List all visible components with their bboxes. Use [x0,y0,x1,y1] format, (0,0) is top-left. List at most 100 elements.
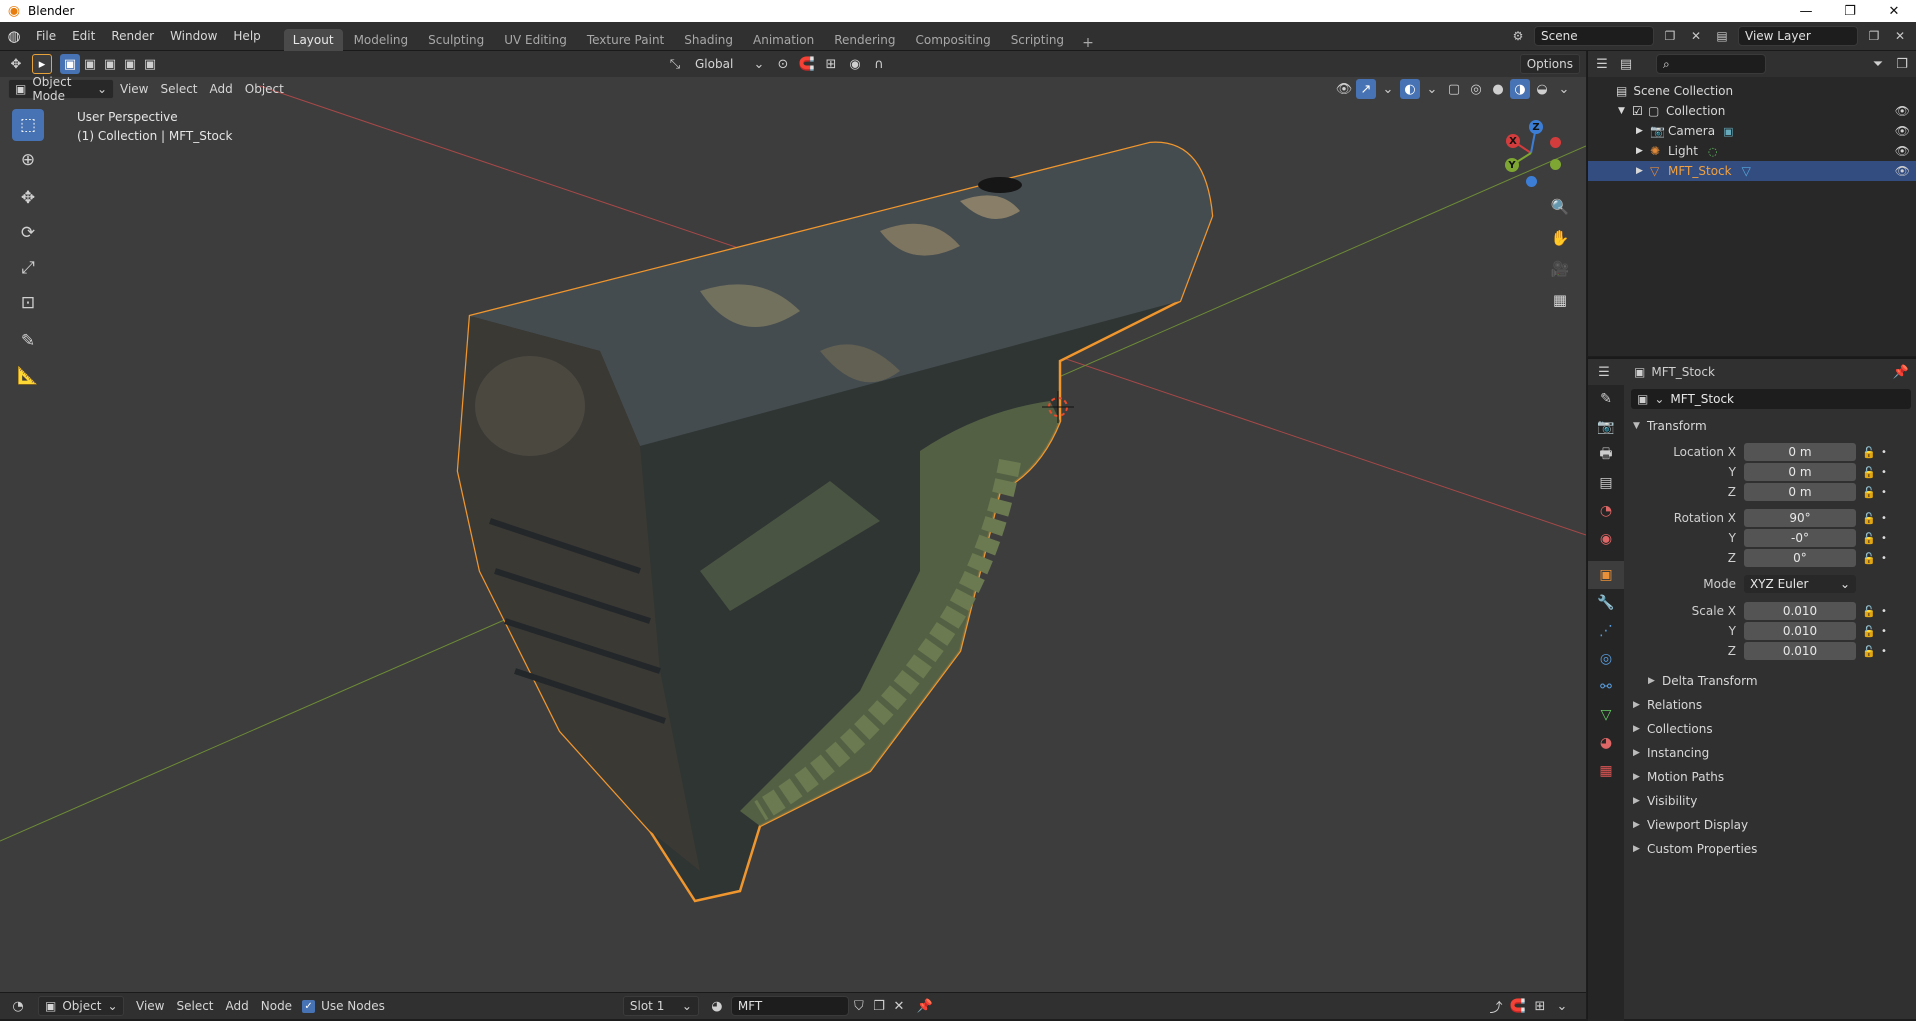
xray-toggle-icon[interactable]: ▢ [1444,79,1464,99]
panel-visibility[interactable]: ▶ Visibility [1633,790,1697,812]
lock-icon[interactable]: 🔓 [1860,466,1878,479]
panel-viewport-display[interactable]: ▶ Viewport Display [1633,814,1748,836]
filter-icon[interactable]: ⏷ [1868,54,1888,74]
keyframe-dot-icon[interactable]: • [1878,533,1890,544]
scene-field[interactable]: Scene [1534,26,1654,46]
node-menu-add[interactable]: Add [220,996,255,1016]
menu-file[interactable]: File [28,22,64,51]
scene-selector-icon[interactable]: ⚙ [1508,26,1528,46]
view-layer-tab-icon[interactable]: ▤ [1588,469,1624,497]
lock-icon[interactable]: 🔓 [1860,486,1878,499]
view-layer-icon[interactable]: ▤ [1712,26,1732,46]
orientation-dropdown[interactable]: Global [689,54,745,74]
close-button[interactable]: ✕ [1872,0,1916,22]
tool-tab-icon[interactable]: ✎ [1588,385,1624,413]
tab-modeling[interactable]: Modeling [345,29,418,51]
maximize-button[interactable]: ❐ [1828,0,1872,22]
keyframe-dot-icon[interactable]: • [1878,646,1890,657]
keyframe-dot-icon[interactable]: • [1878,487,1890,498]
menu-render[interactable]: Render [103,22,162,51]
lock-icon[interactable]: 🔓 [1860,605,1878,618]
add-workspace-button[interactable]: + [1074,35,1102,51]
particles-tab-icon[interactable]: ⋰ [1588,617,1624,645]
panel-instancing[interactable]: ▶ Instancing [1633,742,1709,764]
panel-collections[interactable]: ▶ Collections [1633,718,1713,740]
annotate-tool-icon[interactable]: ✎ [12,325,44,357]
world-tab-icon[interactable]: ◉ [1588,525,1624,553]
editor-type-icon[interactable]: ☰ [1592,54,1612,74]
new-view-layer-icon[interactable]: ❐ [1864,26,1884,46]
panel-relations[interactable]: ▶ Relations [1633,694,1702,716]
eye-icon[interactable]: 👁 [1895,164,1910,178]
eye-icon[interactable]: 👁 [1895,144,1910,158]
pin-icon[interactable]: 📌 [1891,362,1911,382]
view-layer-field[interactable]: View Layer [1738,26,1858,46]
scale-x-field[interactable]: 0.010 [1744,602,1856,620]
select-box-tool-icon[interactable]: ⬚ [12,109,44,141]
node-menu-select[interactable]: Select [170,996,219,1016]
rotation-mode-dropdown[interactable]: XYZ Euler ⌄ [1744,575,1856,593]
keyframe-dot-icon[interactable]: • [1878,606,1890,617]
keyframe-dot-icon[interactable]: • [1878,553,1890,564]
snap-icon[interactable]: 🧲 [797,54,817,74]
minimize-button[interactable]: — [1784,0,1828,22]
object-data-tab-icon[interactable]: ▽ [1588,701,1624,729]
pivot-point-icon[interactable]: ⊙ [773,54,793,74]
scene-tab-icon[interactable]: ◔ [1588,497,1624,525]
tab-texture-paint[interactable]: Texture Paint [578,29,673,51]
cursor-tool-icon[interactable]: ⊕ [12,144,44,176]
measure-tool-icon[interactable]: 📐 [12,360,44,392]
solid-shading-icon[interactable]: ● [1488,79,1508,99]
constraints-tab-icon[interactable]: ⚯ [1588,673,1624,701]
gizmo-y-axis[interactable]: Y [1505,158,1519,172]
proportional-edit-icon[interactable]: ◉ [845,54,865,74]
select-subtract-icon[interactable]: ▣ [100,54,120,74]
keyframe-dot-icon[interactable]: • [1878,513,1890,524]
rotate-tool-icon[interactable]: ⟳ [12,217,44,249]
select-mode-icon[interactable]: ▸ [32,54,52,74]
viewport-menu-select[interactable]: Select [154,79,203,99]
collapse-arrow-icon[interactable]: ▼ [1618,106,1632,116]
lock-icon[interactable]: 🔓 [1860,446,1878,459]
eye-icon[interactable]: 👁 [1895,124,1910,138]
rotation-y-field[interactable]: -0° [1744,529,1856,547]
shader-mode-dropdown[interactable]: ▣ Object ⌄ [38,996,124,1016]
delta-transform-subpanel[interactable]: ▶ Delta Transform [1648,670,1758,692]
fake-user-shield-icon[interactable]: ⛉ [849,996,869,1016]
eye-icon[interactable]: 👁 [1895,104,1910,118]
snap-target-icon[interactable]: ⊞ [821,54,841,74]
tab-compositing[interactable]: Compositing [906,29,999,51]
gizmo-z-axis[interactable]: Z [1529,120,1543,134]
editor-type-icon[interactable]: ☰ [1594,362,1614,382]
camera-view-icon[interactable]: 🎥 [1547,256,1573,282]
tab-rendering[interactable]: Rendering [825,29,904,51]
falloff-icon[interactable]: ∩ [869,54,889,74]
tab-layout[interactable]: Layout [283,28,343,51]
gizmo-neg-x[interactable] [1550,137,1561,148]
delete-view-layer-icon[interactable]: ✕ [1890,26,1910,46]
object-tab-icon[interactable]: ▣ [1588,561,1624,589]
outliner-item-camera[interactable]: ▶ 📷 Camera ▣ 👁 [1588,121,1916,141]
mesh-data-icon[interactable]: ▽ [1742,164,1751,178]
zoom-icon[interactable]: 🔍 [1547,194,1573,220]
outliner-item-light[interactable]: ▶ ✺ Light ◌ 👁 [1588,141,1916,161]
navigation-gizmo[interactable]: X Z Y [1496,117,1566,189]
select-box-mode-icon[interactable]: ▣ [60,54,80,74]
physics-tab-icon[interactable]: ◎ [1588,645,1624,673]
outliner-search-input[interactable]: ⌕ [1656,54,1766,74]
viewport-menu-view[interactable]: View [114,79,154,99]
tab-uv-editing[interactable]: UV Editing [495,29,576,51]
scale-z-field[interactable]: 0.010 [1744,642,1856,660]
gizmo-toggle-icon[interactable]: ↗ [1356,79,1376,99]
menu-window[interactable]: Window [162,22,225,51]
keyframe-dot-icon[interactable]: • [1878,447,1890,458]
visibility-icon[interactable]: 👁 [1334,79,1354,99]
pan-hand-icon[interactable]: ✋ [1547,225,1573,251]
outliner-collection[interactable]: ▼ ☑ ▢ Collection 👁 [1588,101,1916,121]
options-dropdown[interactable]: Options [1519,54,1580,74]
display-mode-icon[interactable]: ▤ [1616,54,1636,74]
node-menu-view[interactable]: View [130,996,170,1016]
modifier-tab-icon[interactable]: 🔧 [1588,589,1624,617]
node-menu-node[interactable]: Node [255,996,298,1016]
lock-icon[interactable]: 🔓 [1860,532,1878,545]
